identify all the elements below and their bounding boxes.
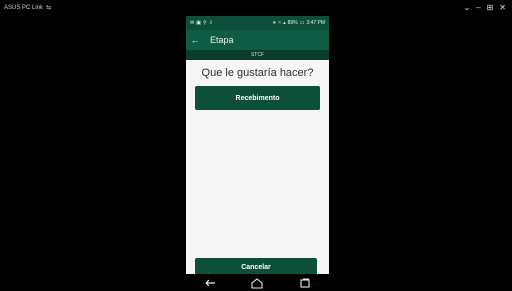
appbar-title: Etapa [210,35,234,45]
nav-recents-icon[interactable] [296,276,314,290]
host-titlebar: ASUS PC Link ⇆ ⌄ – ⊞ ✕ [0,0,512,16]
nav-back-icon[interactable] [201,276,219,290]
restore-icon[interactable]: – [476,3,480,13]
download-icon: ⇩ [208,20,213,26]
grid-icon[interactable]: ⊞ [487,3,494,13]
signal-icon: ▴ [283,20,286,26]
status-time: 3:47 PM [306,20,325,26]
phone-screen: ✉ ▣ ⚲ ⇩ ∗ ≈ ▴ 89% ▭ 3:47 PM ← Etapa STCF… [186,16,329,291]
usb-icon: ⚲ [202,20,207,26]
app-bar: ← Etapa [186,30,329,50]
android-navbar [186,274,329,291]
subheader: STCF [186,50,329,60]
status-right-icons: ∗ ≈ ▴ 89% ▭ 3:47 PM [272,20,325,26]
status-left-icons: ✉ ▣ ⚲ ⇩ [190,20,213,26]
battery-percent: 89% [287,20,298,26]
app-icon: ▣ [196,20,201,26]
content-area: Que le gustaría hacer? Recebimento Cance… [186,60,329,280]
battery-icon: ▭ [299,20,305,26]
host-title-text: ASUS PC Link [4,4,44,11]
back-arrow-icon[interactable]: ← [186,35,204,45]
minimize-icon[interactable]: ⌄ [463,3,470,13]
notification-icon: ✉ [190,20,195,26]
nav-home-icon[interactable] [248,276,266,290]
status-bar: ✉ ▣ ⚲ ⇩ ∗ ≈ ▴ 89% ▭ 3:47 PM [186,16,329,30]
question-text: Que le gustaría hacer? [201,67,314,79]
recebimento-button[interactable]: Recebimento [195,86,320,110]
bluetooth-icon: ∗ [272,20,277,26]
host-window-controls: ⌄ – ⊞ ✕ [463,3,506,13]
wifi-icon: ≈ [278,20,282,26]
link-icon: ⇆ [46,5,52,11]
close-icon[interactable]: ✕ [499,3,506,13]
host-title: ASUS PC Link ⇆ [4,4,52,12]
